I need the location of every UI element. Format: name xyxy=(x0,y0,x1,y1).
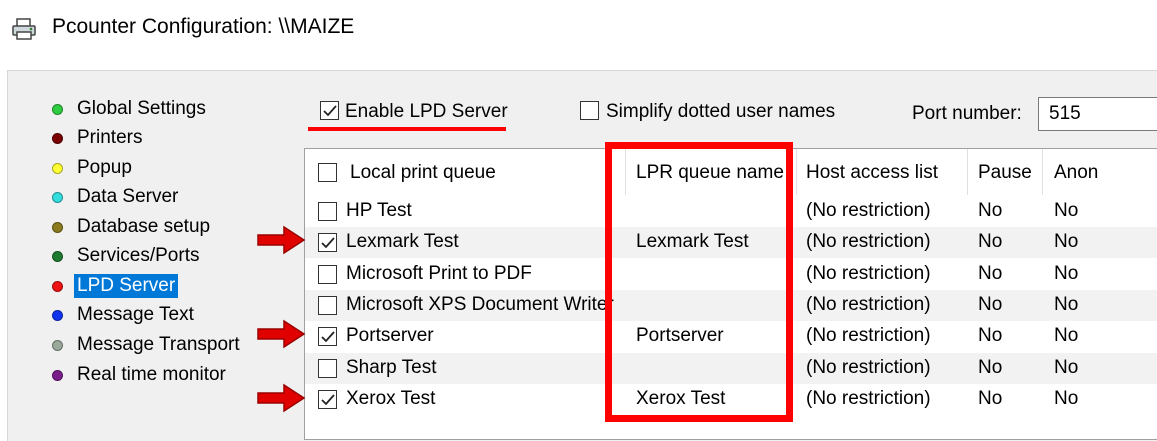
host-access-cell: (No restriction) xyxy=(806,387,931,409)
pause-cell: No xyxy=(978,262,1003,284)
red-arrow-icon xyxy=(257,319,306,349)
queue-checkbox[interactable] xyxy=(318,233,337,253)
host-access-cell: (No restriction) xyxy=(806,356,931,378)
queue-checkbox[interactable] xyxy=(318,264,337,284)
queue-checkbox[interactable] xyxy=(318,295,337,315)
printer-icon xyxy=(12,18,36,40)
host-access-cell: (No restriction) xyxy=(806,231,931,253)
title-bar: Pcounter Configuration: \\MAIZE xyxy=(0,0,1157,56)
column-divider[interactable] xyxy=(967,149,968,195)
queue-name-cell: Microsoft XPS Document Writer xyxy=(346,293,614,315)
pause-cell: No xyxy=(978,200,1003,221)
pause-cell: No xyxy=(978,387,1003,409)
port-number-input[interactable] xyxy=(1038,97,1157,131)
status-dot-icon xyxy=(52,133,63,144)
status-dot-icon xyxy=(52,281,63,292)
red-arrow-icon xyxy=(257,383,306,413)
nav-label: Data Server xyxy=(77,186,179,207)
host-access-cell: (No restriction) xyxy=(806,293,931,315)
col-header-anon[interactable]: Anon xyxy=(1054,161,1098,185)
host-access-cell: (No restriction) xyxy=(806,325,931,347)
enable-lpd-label: Enable LPD Server xyxy=(345,101,508,122)
checkmark-icon xyxy=(321,331,335,343)
nav-label: Database setup xyxy=(77,216,211,237)
nav-label: Message Text xyxy=(77,304,194,325)
host-access-cell: (No restriction) xyxy=(806,262,931,284)
anon-cell: No xyxy=(1054,262,1079,284)
nav-label: Message Transport xyxy=(77,334,240,355)
checkmark-icon xyxy=(323,105,337,117)
queue-checkbox[interactable] xyxy=(318,202,337,221)
status-dot-icon xyxy=(52,222,63,233)
anon-cell: No xyxy=(1054,325,1079,347)
nav-label: Services/Ports xyxy=(77,245,200,266)
col-header-host-access[interactable]: Host access list xyxy=(806,161,938,185)
checkmark-icon xyxy=(321,394,335,406)
status-dot-icon xyxy=(52,163,63,174)
nav-label: Printers xyxy=(77,127,143,148)
pause-cell: No xyxy=(978,325,1003,347)
pause-cell: No xyxy=(978,231,1003,253)
anon-cell: No xyxy=(1054,356,1079,378)
queue-name-cell: Sharp Test xyxy=(346,356,437,378)
queue-name-cell: HP Test xyxy=(346,200,412,221)
status-dot-icon xyxy=(52,104,63,115)
queue-name-cell: Lexmark Test xyxy=(346,231,459,253)
pause-cell: No xyxy=(978,293,1003,315)
queue-name-cell: Portserver xyxy=(346,325,434,347)
nav-label: Popup xyxy=(77,157,132,178)
select-all-checkbox[interactable] xyxy=(318,163,337,182)
queue-name-cell: Microsoft Print to PDF xyxy=(346,262,532,284)
queue-checkbox[interactable] xyxy=(318,389,337,409)
window-title: Pcounter Configuration: \\MAIZE xyxy=(52,15,355,38)
checkmark-icon xyxy=(321,237,335,249)
status-dot-icon xyxy=(52,251,63,262)
nav-label: Global Settings xyxy=(77,98,206,119)
simplify-names-checkbox[interactable] xyxy=(580,101,599,120)
column-divider[interactable] xyxy=(796,149,797,195)
queue-checkbox[interactable] xyxy=(318,327,337,347)
column-divider[interactable] xyxy=(1042,149,1043,195)
red-arrow-icon xyxy=(257,225,306,255)
nav-label: Real time monitor xyxy=(77,364,226,385)
port-number-label: Port number: xyxy=(912,103,1022,124)
status-dot-icon xyxy=(52,310,63,321)
anon-cell: No xyxy=(1054,293,1079,315)
host-access-cell: (No restriction) xyxy=(806,200,931,221)
queue-name-cell: Xerox Test xyxy=(346,387,436,409)
col-header-local-queue[interactable]: Local print queue xyxy=(350,161,496,185)
status-dot-icon xyxy=(52,370,63,381)
anon-cell: No xyxy=(1054,387,1079,409)
col-header-pause[interactable]: Pause xyxy=(978,161,1032,185)
nav-label: LPD Server xyxy=(74,274,179,298)
annotation-highlight-box xyxy=(605,142,793,422)
enable-lpd-checkbox[interactable] xyxy=(320,101,339,120)
status-dot-icon xyxy=(52,340,63,351)
pause-cell: No xyxy=(978,356,1003,378)
anon-cell: No xyxy=(1054,200,1079,221)
simplify-names-label: Simplify dotted user names xyxy=(606,101,836,122)
anon-cell: No xyxy=(1054,231,1079,253)
annotation-underline xyxy=(308,127,506,131)
status-dot-icon xyxy=(52,192,63,203)
queue-checkbox[interactable] xyxy=(318,358,337,378)
